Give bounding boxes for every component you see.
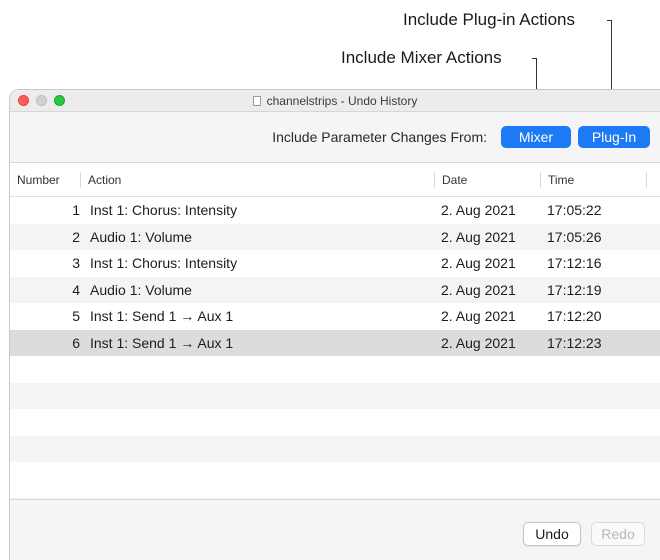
empty-table-row	[10, 462, 660, 489]
cell-time-text: 17:05:22	[547, 202, 602, 219]
cell-date: 2. Aug 2021	[434, 202, 540, 218]
table-row[interactable]: 3 Inst 1: Chorus: Intensity 2. Aug 2021 17:…	[10, 250, 660, 277]
cell-action-text: Inst 1: Chorus: Intensity	[90, 202, 238, 219]
cell-time: 17:12:19	[540, 282, 646, 298]
parameter-changes-label: Include Parameter Changes From:	[272, 129, 487, 145]
cell-action: Inst 1: Chorus: Intensity	[80, 255, 434, 271]
cell-number: 1	[10, 202, 80, 218]
cell-action: Audio 1: Volume	[80, 282, 434, 298]
cell-number-text: 1	[72, 202, 80, 219]
cell-time: 17:05:22	[540, 202, 646, 218]
cell-number: 3	[10, 255, 80, 271]
cell-action-text: Inst 1: Send 1 → Aux 1	[90, 334, 234, 351]
cell-date-text: 2. Aug 2021	[441, 334, 516, 351]
empty-table-row	[10, 435, 660, 462]
column-header-action[interactable]: Action	[80, 171, 434, 188]
cell-action-text: Audio 1: Volume	[90, 228, 192, 245]
cell-number-text: 4	[72, 281, 80, 298]
minimize-window-button[interactable]	[36, 95, 47, 106]
window-controls	[18, 95, 65, 106]
table-row[interactable]: 5 Inst 1: Send 1 → Aux 1 2. Aug 2021 17:12:…	[10, 303, 660, 330]
cell-date: 2. Aug 2021	[434, 308, 540, 324]
cell-action-text: Audio 1: Volume	[90, 281, 192, 298]
cell-time: 17:12:23	[540, 335, 646, 351]
mixer-toggle-button[interactable]: Mixer	[501, 126, 571, 148]
cell-number: 5	[10, 308, 80, 324]
cell-time: 17:12:16	[540, 255, 646, 271]
cell-time-text: 17:12:23	[547, 334, 602, 351]
cell-number-text: 2	[72, 228, 80, 245]
table-row[interactable]: 4 Audio 1: Volume 2. Aug 2021 17:12:19	[10, 276, 660, 303]
table-header: Number Action Date Time	[10, 163, 660, 197]
column-header-spacer	[646, 171, 660, 188]
cell-number-text: 5	[72, 308, 80, 325]
cell-date: 2. Aug 2021	[434, 229, 540, 245]
footer-divider	[10, 499, 660, 500]
window-title-text: channelstrips - Undo History	[266, 93, 418, 108]
cell-date: 2. Aug 2021	[434, 255, 540, 271]
cell-date-text: 2. Aug 2021	[441, 228, 516, 245]
cell-number: 4	[10, 282, 80, 298]
close-window-button[interactable]	[18, 95, 29, 106]
cell-date-text: 2. Aug 2021	[441, 281, 516, 298]
table-row[interactable]: 2 Audio 1: Volume 2. Aug 2021 17:05:26	[10, 223, 660, 250]
cell-date: 2. Aug 2021	[434, 335, 540, 351]
cell-number: 2	[10, 229, 80, 245]
column-header-date[interactable]: Date	[434, 171, 540, 188]
document-icon	[252, 95, 261, 106]
toolbar: Include Parameter Changes From: Mixer Pl…	[10, 112, 660, 162]
undo-history-table: Number Action Date Time 1 Inst 1: Chorus:…	[10, 162, 660, 498]
undo-history-window: channelstrips - Undo History Include Par…	[9, 89, 660, 560]
cell-date-text: 2. Aug 2021	[441, 308, 516, 325]
zoom-window-button[interactable]	[54, 95, 65, 106]
plugin-toggle-button[interactable]: Plug-In	[578, 126, 650, 148]
callout-mixer-actions: Include Mixer Actions	[341, 48, 502, 67]
column-header-time[interactable]: Time	[540, 171, 646, 188]
empty-table-row	[10, 356, 660, 383]
cell-time-text: 17:12:19	[547, 281, 602, 298]
cell-time-text: 17:05:26	[547, 228, 602, 245]
cell-number-text: 3	[72, 255, 80, 272]
cell-time-text: 17:12:20	[547, 308, 602, 325]
table-row[interactable]: 6 Inst 1: Send 1 → Aux 1 2. Aug 2021 17:12:…	[10, 329, 660, 356]
title-bar: channelstrips - Undo History	[10, 90, 660, 112]
table-row[interactable]: 1 Inst 1: Chorus: Intensity 2. Aug 2021 17:…	[10, 197, 660, 224]
empty-table-row	[10, 409, 660, 436]
redo-button[interactable]: Redo	[591, 522, 645, 546]
cell-action-text: Inst 1: Send 1 → Aux 1	[90, 308, 234, 325]
undo-button[interactable]: Undo	[523, 522, 581, 546]
window-title: channelstrips - Undo History	[252, 93, 418, 108]
cell-time: 17:05:26	[540, 229, 646, 245]
callout-plugin-actions: Include Plug-in Actions	[403, 10, 575, 29]
empty-table-row	[10, 382, 660, 409]
cell-action: Inst 1: Send 1 → Aux 1	[80, 335, 434, 351]
cell-date-text: 2. Aug 2021	[441, 202, 516, 219]
table-body: 1 Inst 1: Chorus: Intensity 2. Aug 2021 17:…	[10, 197, 660, 489]
cell-time-text: 17:12:16	[547, 255, 602, 272]
column-header-number[interactable]: Number	[10, 172, 80, 188]
cell-number-text: 6	[72, 334, 80, 351]
cell-action: Inst 1: Send 1 → Aux 1	[80, 308, 434, 324]
cell-date: 2. Aug 2021	[434, 282, 540, 298]
cell-action: Audio 1: Volume	[80, 229, 434, 245]
cell-action: Inst 1: Chorus: Intensity	[80, 202, 434, 218]
cell-date-text: 2. Aug 2021	[441, 255, 516, 272]
cell-time: 17:12:20	[540, 308, 646, 324]
cell-action-text: Inst 1: Chorus: Intensity	[90, 255, 238, 272]
cell-number: 6	[10, 335, 80, 351]
